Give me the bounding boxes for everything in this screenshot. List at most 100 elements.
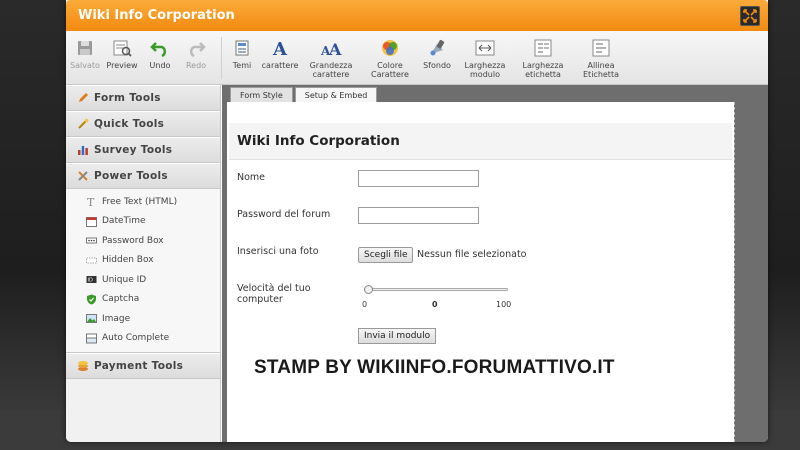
svg-text:T: T bbox=[87, 196, 95, 207]
preview-icon bbox=[111, 37, 133, 59]
image-icon bbox=[86, 313, 97, 324]
power-tools-list: T Free Text (HTML) DateTime Password Box… bbox=[66, 189, 220, 353]
label-width-icon bbox=[532, 37, 554, 59]
sidebar-section-quick-tools[interactable]: Quick Tools bbox=[66, 111, 220, 137]
window-titlebar: Wiki Info Corporation bbox=[66, 0, 768, 31]
themes-button[interactable]: Temi bbox=[228, 37, 256, 70]
tool-captcha[interactable]: Captcha bbox=[66, 290, 220, 310]
tool-unique-id[interactable]: ID Unique ID bbox=[66, 270, 220, 290]
save-button[interactable]: Salvato bbox=[70, 37, 100, 70]
coins-icon bbox=[76, 359, 90, 373]
wand-icon bbox=[76, 117, 90, 131]
align-label-icon bbox=[590, 37, 612, 59]
undo-button[interactable]: Undo bbox=[146, 37, 174, 70]
fullscreen-button[interactable] bbox=[740, 6, 760, 26]
editor-tabs: Form Style Setup & Embed bbox=[222, 85, 768, 102]
unique-id-icon: ID bbox=[86, 274, 97, 285]
section-label: Quick Tools bbox=[94, 118, 165, 130]
password-label: Password del forum bbox=[237, 209, 331, 220]
form-title[interactable]: Wiki Info Corporation bbox=[229, 123, 732, 160]
section-label: Power Tools bbox=[94, 170, 168, 182]
tool-label: Captcha bbox=[102, 294, 140, 305]
password-field[interactable] bbox=[358, 207, 479, 224]
password-icon bbox=[86, 235, 97, 246]
align-label-button[interactable]: Allinea Etichetta bbox=[578, 37, 624, 79]
speed-slider[interactable] bbox=[364, 285, 508, 294]
choose-file-button[interactable]: Scegli file bbox=[358, 247, 414, 263]
sidebar-section-survey-tools[interactable]: Survey Tools bbox=[66, 137, 220, 163]
font-size-button[interactable]: AA Grandezza carattere bbox=[308, 37, 354, 79]
font-button[interactable]: A carattere bbox=[261, 37, 299, 70]
tools-icon bbox=[76, 169, 90, 183]
tool-image[interactable]: Image bbox=[66, 309, 220, 329]
font-color-label: Colore Carattere bbox=[371, 61, 409, 79]
window-title: Wiki Info Corporation bbox=[78, 8, 235, 23]
speed-slider-handle[interactable] bbox=[364, 285, 373, 294]
name-label: Nome bbox=[237, 172, 266, 183]
tool-label: Password Box bbox=[102, 235, 164, 246]
label-width-label: Larghezza etichetta bbox=[522, 61, 564, 79]
section-label: Payment Tools bbox=[94, 360, 184, 372]
font-color-icon bbox=[379, 37, 401, 59]
stamp-text: STAMP BY WIKIINFO.FORUMATTIVO.IT bbox=[254, 357, 615, 378]
background-icon bbox=[426, 37, 448, 59]
sidebar-section-form-tools[interactable]: Form Tools bbox=[66, 85, 220, 111]
tool-label: Auto Complete bbox=[102, 333, 170, 344]
tool-label: Unique ID bbox=[102, 274, 147, 285]
label-width-button[interactable]: Larghezza etichetta bbox=[520, 37, 566, 79]
name-field[interactable] bbox=[358, 170, 479, 187]
form-preview: Wiki Info Corporation Nome Password del … bbox=[227, 102, 735, 442]
font-size-icon: AA bbox=[320, 37, 342, 59]
slider-min: 0 bbox=[362, 300, 368, 309]
captcha-shield-icon bbox=[86, 294, 97, 305]
redo-button[interactable]: Redo bbox=[182, 37, 210, 70]
file-status: Nessun file selezionato bbox=[417, 249, 527, 260]
svg-text:A: A bbox=[328, 40, 342, 58]
form-width-label: Larghezza modulo bbox=[464, 61, 506, 79]
background-label: Sfondo bbox=[423, 61, 451, 70]
sidebar-section-payment-tools[interactable]: Payment Tools bbox=[66, 353, 220, 379]
tool-label: Image bbox=[102, 313, 131, 324]
tool-free-text[interactable]: T Free Text (HTML) bbox=[66, 192, 220, 212]
tool-label: Free Text (HTML) bbox=[102, 196, 178, 207]
section-label: Survey Tools bbox=[94, 144, 173, 156]
form-boundary bbox=[734, 102, 735, 442]
tools-sidebar: Form Tools Quick Tools Survey Tools Powe… bbox=[66, 85, 221, 442]
tool-auto-complete[interactable]: Auto Complete bbox=[66, 329, 220, 349]
align-label-label: Allinea Etichetta bbox=[583, 61, 619, 79]
svg-text:ID: ID bbox=[88, 278, 93, 284]
save-icon bbox=[74, 37, 96, 59]
bar-chart-icon bbox=[76, 143, 90, 157]
hidden-box-icon bbox=[86, 255, 97, 266]
redo-label: Redo bbox=[185, 61, 207, 70]
tab-form-style[interactable]: Form Style bbox=[230, 87, 293, 102]
tool-password-box[interactable]: Password Box bbox=[66, 231, 220, 251]
sidebar-section-power-tools[interactable]: Power Tools bbox=[66, 163, 220, 189]
preview-label: Preview bbox=[106, 61, 138, 70]
photo-label: Inserisci una foto bbox=[237, 246, 319, 257]
tab-setup-embed[interactable]: Setup & Embed bbox=[294, 87, 378, 102]
font-label: carattere bbox=[261, 61, 299, 70]
slider-max: 100 bbox=[496, 300, 512, 309]
save-label: Salvato bbox=[70, 61, 100, 70]
auto-complete-icon bbox=[86, 333, 97, 344]
tool-hidden-box[interactable]: Hidden Box bbox=[66, 251, 220, 271]
section-label: Form Tools bbox=[94, 92, 161, 104]
form-width-button[interactable]: Larghezza modulo bbox=[462, 37, 508, 79]
font-size-label: Grandezza carattere bbox=[309, 61, 353, 79]
font-color-button[interactable]: Colore Carattere bbox=[368, 37, 412, 79]
pencil-icon bbox=[76, 91, 90, 105]
tool-label: Hidden Box bbox=[102, 255, 154, 266]
toolbar-separator bbox=[221, 37, 222, 79]
form-canvas: Wiki Info Corporation Nome Password del … bbox=[222, 102, 768, 442]
tool-datetime[interactable]: DateTime bbox=[66, 212, 220, 232]
redo-icon bbox=[185, 37, 207, 59]
background-button[interactable]: Sfondo bbox=[420, 37, 454, 70]
preview-button[interactable]: Preview bbox=[106, 37, 138, 70]
undo-icon bbox=[149, 37, 171, 59]
calendar-icon bbox=[86, 216, 97, 227]
form-width-icon bbox=[474, 37, 496, 59]
text-icon: T bbox=[86, 196, 97, 207]
speed-label: Velocità del tuo computer bbox=[237, 283, 311, 305]
submit-button[interactable]: Invia il modulo bbox=[358, 328, 437, 344]
